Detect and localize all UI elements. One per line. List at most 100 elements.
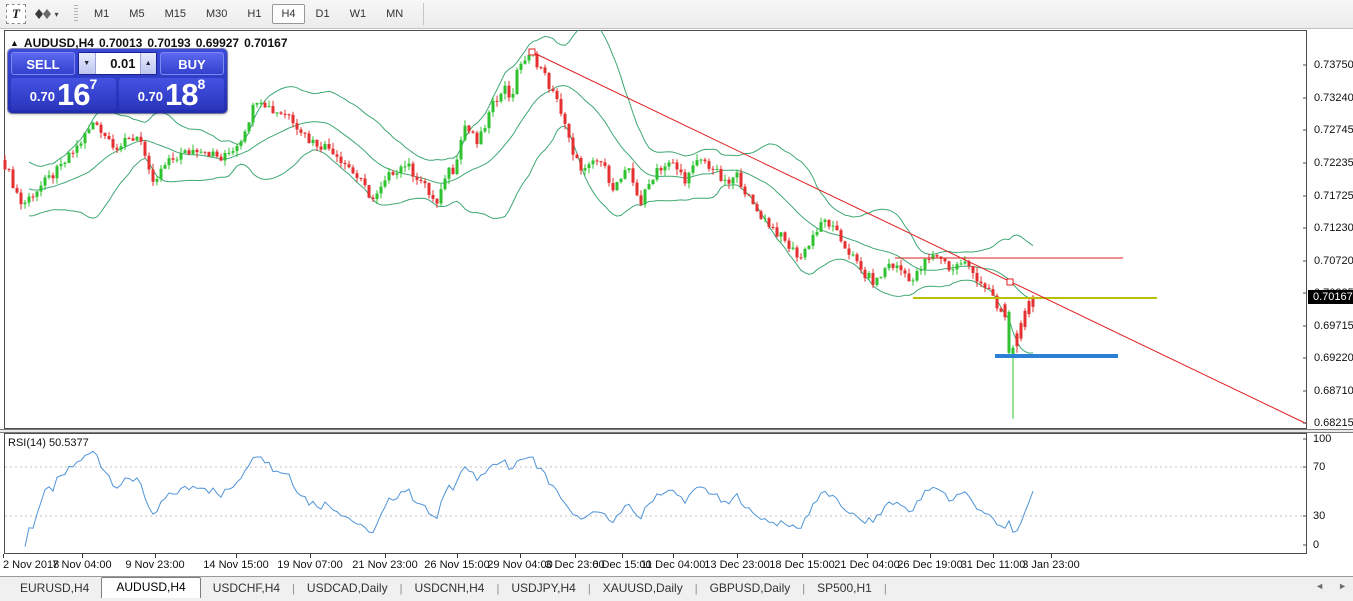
chart-workspace: ▲ AUDUSD,H4 0.70013 0.70193 0.69927 0.70… [0, 29, 1353, 576]
time-tick [520, 554, 521, 558]
time-tick-label: 31 Dec 11:00 [961, 559, 1026, 571]
time-tick-label: 19 Nov 07:00 [277, 559, 342, 571]
buy-button[interactable]: BUY [160, 52, 224, 75]
buy-price[interactable]: 0.70 18 8 [119, 78, 224, 110]
sell-price[interactable]: 0.70 16 7 [11, 78, 116, 110]
buy-price-sup: 8 [198, 78, 206, 90]
timeframe-button-M30[interactable]: M30 [197, 4, 236, 24]
timeframe-button-M15[interactable]: M15 [156, 4, 195, 24]
tab-item-USDCNH-H4[interactable]: USDCNH,H4 [402, 578, 496, 598]
double-diamond-icon [35, 7, 51, 21]
low-value: 0.69927 [196, 36, 239, 50]
price-tick-label: 0.72235 [1314, 156, 1353, 170]
price-tick-label: 0.71230 [1314, 221, 1353, 235]
volume-decrease-button[interactable]: ▼ [79, 53, 96, 74]
rsi-axis-label: 0 [1313, 539, 1319, 551]
sell-price-big: 16 [57, 82, 89, 108]
time-tick-label: 29 Nov 04:00 [487, 559, 552, 571]
time-tick-label: 21 Dec 04:00 [834, 559, 899, 571]
price-tick-label: 0.73750 [1314, 58, 1353, 72]
tab-separator: | [884, 580, 887, 598]
buy-price-prefix: 0.70 [138, 86, 163, 108]
time-tick [155, 554, 156, 558]
sell-button[interactable]: SELL [11, 52, 75, 75]
time-tick-label: 13 Dec 23:00 [704, 559, 769, 571]
time-tick-label: 26 Dec 19:00 [897, 559, 962, 571]
trendline-handle[interactable] [1007, 279, 1013, 285]
rsi-label: RSI(14) 50.5377 [8, 437, 89, 449]
tab-item-EURUSD-H4[interactable]: EURUSD,H4 [8, 578, 101, 598]
timeframe-button-M5[interactable]: M5 [120, 4, 153, 24]
trendline-handle[interactable] [529, 49, 535, 55]
price-tick-label: 0.69715 [1314, 319, 1353, 333]
time-tick [3, 554, 4, 558]
timeframe-button-D1[interactable]: D1 [307, 4, 339, 24]
rsi-line [25, 451, 1033, 547]
rsi-axis-label: 100 [1313, 433, 1331, 445]
time-tick-label: 3 Jan 23:00 [1022, 559, 1080, 571]
timeframe-button-H1[interactable]: H1 [238, 4, 270, 24]
time-axis[interactable]: 2 Nov 20187 Nov 04:009 Nov 23:0014 Nov 1… [0, 554, 1353, 576]
tab-item-USDCAD-Daily[interactable]: USDCAD,Daily [295, 578, 400, 598]
price-tick-label: 0.72745 [1314, 123, 1353, 137]
tab-list: EURUSD,H4AUDUSD,H4USDCHF,H4 | USDCAD,Daily… [8, 578, 887, 598]
tab-scroll-left-button[interactable]: ◄ [1315, 581, 1324, 591]
time-tick [82, 554, 83, 558]
toolbar-grip[interactable] [74, 5, 78, 23]
symbol-period-label: AUDUSD,H4 [24, 36, 94, 50]
time-tick [867, 554, 868, 558]
time-tick [993, 554, 994, 558]
timeframe-button-W1[interactable]: W1 [341, 4, 376, 24]
time-tick [236, 554, 237, 558]
time-tick [930, 554, 931, 558]
timeframe-button-M1[interactable]: M1 [85, 4, 118, 24]
price-tick-label: 0.69220 [1314, 351, 1353, 365]
volume-stepper: ▼ ▲ [78, 52, 157, 75]
tab-item-AUDUSD-H4[interactable]: AUDUSD,H4 [101, 577, 200, 598]
time-tick [622, 554, 623, 558]
sell-price-prefix: 0.70 [30, 86, 55, 108]
time-tick [1051, 554, 1052, 558]
one-click-panel: SELL ▼ ▲ BUY 0.70 16 7 0.70 18 8 [8, 49, 227, 113]
tab-item-USDCHF-H4[interactable]: USDCHF,H4 [201, 578, 292, 598]
tab-item-XAUUSD-Daily[interactable]: XAUUSD,Daily [591, 578, 695, 598]
price-tick-label: 0.68710 [1314, 384, 1353, 398]
time-tick [457, 554, 458, 558]
price-tick-label: 0.73240 [1314, 91, 1353, 105]
volume-input[interactable] [96, 53, 140, 74]
time-tick [310, 554, 311, 558]
tab-scroll-right-button[interactable]: ► [1338, 581, 1347, 591]
rsi-chart[interactable] [0, 433, 1353, 554]
open-value: 0.70013 [99, 36, 142, 50]
current-price-badge: 0.70167 [1308, 290, 1353, 304]
text-tool-button[interactable]: T [6, 4, 26, 24]
trendline[interactable] [532, 52, 1307, 424]
timeframe-toolbar: M1M5M15M30H1H4D1W1MN [84, 4, 413, 24]
time-tick-label: 18 Dec 15:00 [769, 559, 834, 571]
high-value: 0.70193 [147, 36, 190, 50]
time-tick [385, 554, 386, 558]
tab-item-SP500-H1[interactable]: SP500,H1 [805, 578, 884, 598]
timeframe-button-MN[interactable]: MN [377, 4, 412, 24]
time-tick [575, 554, 576, 558]
tab-item-USDJPY-H4[interactable]: USDJPY,H4 [499, 578, 587, 598]
price-tick-label: 0.71725 [1314, 189, 1353, 203]
price-tick-label: 0.68215 [1314, 416, 1353, 430]
objects-tool-button[interactable]: ▾ [30, 4, 64, 24]
time-tick-label: 26 Nov 15:00 [424, 559, 489, 571]
toolbar-separator [423, 3, 424, 25]
tab-item-GBPUSD-Daily[interactable]: GBPUSD,Daily [698, 578, 803, 598]
time-tick-label: 11 Dec 04:00 [641, 559, 706, 571]
timeframe-button-H4[interactable]: H4 [272, 4, 304, 24]
price-tick-label: 0.70720 [1314, 254, 1353, 268]
ohlc-header: ▲ AUDUSD,H4 0.70013 0.70193 0.69927 0.70… [10, 36, 288, 50]
close-value: 0.70167 [244, 36, 287, 50]
time-tick [737, 554, 738, 558]
chevron-down-icon: ▾ [54, 10, 58, 19]
time-tick [673, 554, 674, 558]
collapse-panel-icon[interactable]: ▲ [10, 38, 19, 48]
time-tick [802, 554, 803, 558]
volume-increase-button[interactable]: ▲ [140, 53, 157, 74]
sell-price-sup: 7 [90, 78, 98, 90]
top-toolbar: T ▾ M1M5M15M30H1H4D1W1MN [0, 0, 1353, 29]
